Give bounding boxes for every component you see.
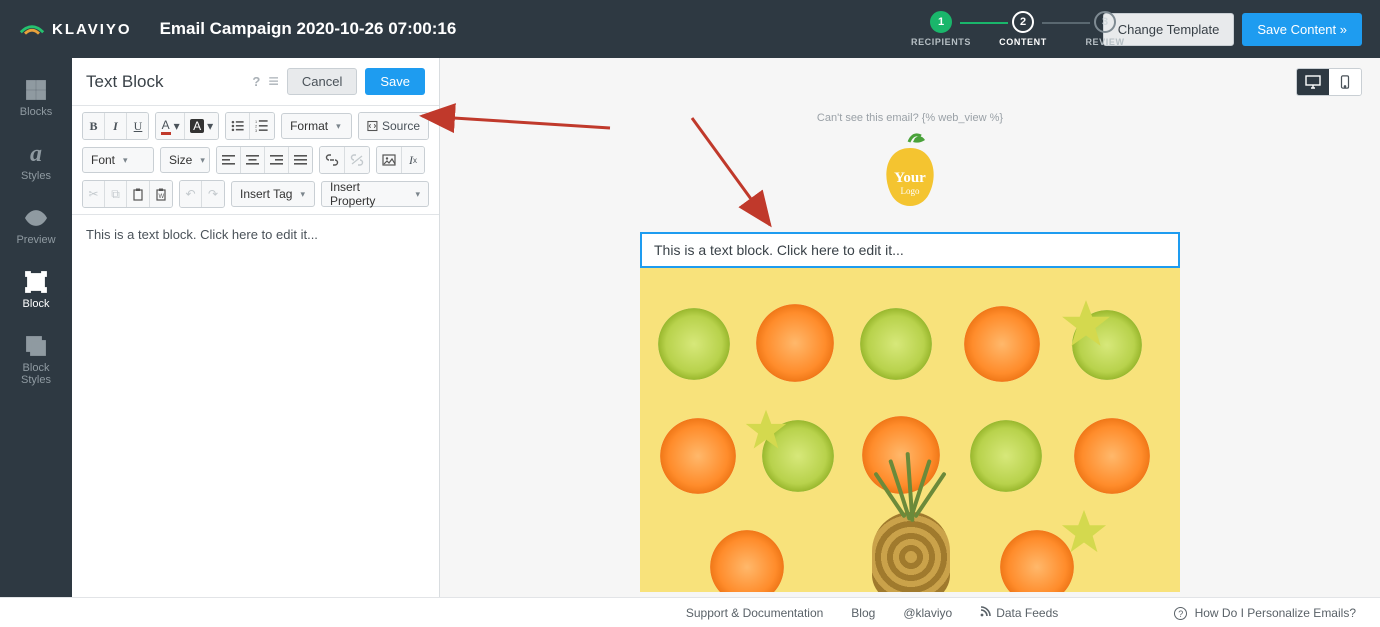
- placeholder-logo: Your Logo: [640, 132, 1180, 214]
- sidebar-item-block[interactable]: Block: [0, 260, 72, 324]
- bullet-list-button[interactable]: [226, 113, 251, 139]
- block-icon: [22, 270, 50, 294]
- image-button[interactable]: [377, 147, 402, 173]
- highlight-button[interactable]: A▾: [185, 113, 217, 139]
- blocks-icon: [22, 78, 50, 102]
- sidebar-item-label: Block Styles: [21, 362, 51, 386]
- footer-personalize-link[interactable]: ? How Do I Personalize Emails?: [1174, 606, 1356, 620]
- align-right-button[interactable]: [265, 147, 289, 173]
- svg-text:Logo: Logo: [901, 186, 920, 196]
- step-content[interactable]: 2 CONTENT: [982, 11, 1064, 47]
- list-group: 123: [225, 112, 275, 140]
- email-preview: Can't see this email? {% web_view %} You…: [640, 106, 1180, 592]
- help-circle-icon: ?: [1174, 607, 1187, 620]
- save-button[interactable]: Save: [365, 68, 425, 95]
- align-center-button[interactable]: [241, 147, 265, 173]
- bold-button[interactable]: B: [83, 113, 105, 139]
- italic-button[interactable]: I: [105, 113, 127, 139]
- align-group: [216, 146, 313, 174]
- cut-button: ✂: [83, 181, 105, 207]
- web-view-link[interactable]: Can't see this email? {% web_view %}: [640, 112, 1180, 124]
- link-group: [319, 146, 370, 174]
- klaviyo-mark-icon: [18, 18, 46, 41]
- svg-text:3: 3: [255, 128, 257, 133]
- footer-support-link[interactable]: Support & Documentation: [686, 606, 823, 620]
- panel-header: Text Block ? ≡ Cancel Save: [72, 58, 439, 106]
- footer-twitter-link[interactable]: @klaviyo: [903, 606, 952, 620]
- sidebar-item-blocks[interactable]: Blocks: [0, 68, 72, 132]
- history-group: ↶ ↷: [179, 180, 225, 208]
- rss-icon: [980, 606, 991, 620]
- clear-format-button[interactable]: Ix: [402, 147, 424, 173]
- email-canvas: Can't see this email? {% web_view %} You…: [440, 58, 1380, 597]
- sidebar-item-label: Block: [23, 298, 50, 310]
- help-icon[interactable]: ?: [252, 74, 260, 89]
- number-list-button[interactable]: 123: [250, 113, 274, 139]
- text-color-button[interactable]: A▾: [156, 113, 186, 139]
- source-button[interactable]: Source: [359, 113, 428, 139]
- top-header: KLAVIYO Email Campaign 2020-10-26 07:00:…: [0, 0, 1380, 58]
- styles-icon: a: [22, 142, 50, 166]
- clipboard-group: ✂ ⧉ W: [82, 180, 173, 208]
- paste-word-button[interactable]: W: [150, 181, 172, 207]
- desktop-view-button[interactable]: [1297, 69, 1329, 95]
- color-group: A▾ A▾: [155, 112, 219, 140]
- redo-button: ↷: [202, 181, 224, 207]
- sidebar-item-preview[interactable]: Preview: [0, 196, 72, 260]
- size-dropdown[interactable]: Size▾: [160, 147, 210, 173]
- settings-lines-icon[interactable]: ≡: [268, 71, 279, 92]
- hero-image: [640, 268, 1180, 592]
- underline-button[interactable]: U: [127, 113, 149, 139]
- footer-blog-link[interactable]: Blog: [851, 606, 875, 620]
- block-styles-icon: [22, 334, 50, 358]
- unlink-button: [345, 147, 369, 173]
- link-button[interactable]: [320, 147, 345, 173]
- footer-bar: Support & Documentation Blog @klaviyo Da…: [0, 597, 1380, 627]
- brand-logo[interactable]: KLAVIYO: [18, 18, 132, 41]
- align-justify-button[interactable]: [289, 147, 312, 173]
- paste-button[interactable]: [127, 181, 150, 207]
- cancel-button[interactable]: Cancel: [287, 68, 357, 95]
- svg-text:Your: Your: [894, 170, 926, 186]
- step-recipients[interactable]: 1 RECIPIENTS: [900, 11, 982, 47]
- progress-stepper: 1 RECIPIENTS 2 CONTENT 3 REVIEW: [900, 0, 1146, 58]
- svg-text:W: W: [159, 194, 165, 200]
- insert-tag-dropdown[interactable]: Insert Tag▾: [231, 181, 315, 207]
- left-sidebar: Blocks a Styles Preview Block Block Styl…: [0, 58, 72, 597]
- copy-button: ⧉: [105, 181, 127, 207]
- page-title: Email Campaign 2020-10-26 07:00:16: [160, 19, 457, 39]
- sidebar-item-styles[interactable]: a Styles: [0, 132, 72, 196]
- media-group: Ix: [376, 146, 425, 174]
- save-content-button[interactable]: Save Content »: [1242, 13, 1362, 46]
- device-switch: [1296, 68, 1362, 96]
- align-left-button[interactable]: [217, 147, 241, 173]
- selected-text-block[interactable]: This is a text block. Click here to edit…: [640, 232, 1180, 268]
- font-dropdown[interactable]: Font▾: [82, 147, 154, 173]
- footer-feeds-link[interactable]: Data Feeds: [980, 606, 1058, 620]
- panel-title: Text Block: [86, 72, 163, 92]
- rich-text-toolbar: B I U A▾ A▾ 123 Format▾: [72, 106, 439, 215]
- sidebar-item-label: Preview: [16, 234, 55, 246]
- step-review[interactable]: 3 REVIEW: [1064, 11, 1146, 47]
- format-dropdown[interactable]: Format▾: [281, 113, 352, 139]
- sidebar-item-block-styles[interactable]: Block Styles: [0, 324, 72, 400]
- text-style-group: B I U: [82, 112, 149, 140]
- apple-logo-icon: Your Logo: [873, 132, 947, 214]
- brand-name: KLAVIYO: [52, 21, 132, 38]
- sidebar-item-label: Blocks: [20, 106, 52, 118]
- sidebar-item-label: Styles: [21, 170, 51, 182]
- mobile-view-button[interactable]: [1329, 69, 1361, 95]
- preview-icon: [22, 206, 50, 230]
- block-editor-panel: Text Block ? ≡ Cancel Save B I U A▾: [72, 58, 440, 597]
- insert-property-dropdown[interactable]: Insert Property▾: [321, 181, 429, 207]
- editor-text-area[interactable]: This is a text block. Click here to edit…: [72, 215, 439, 254]
- undo-button: ↶: [180, 181, 202, 207]
- source-group: Source: [358, 112, 429, 140]
